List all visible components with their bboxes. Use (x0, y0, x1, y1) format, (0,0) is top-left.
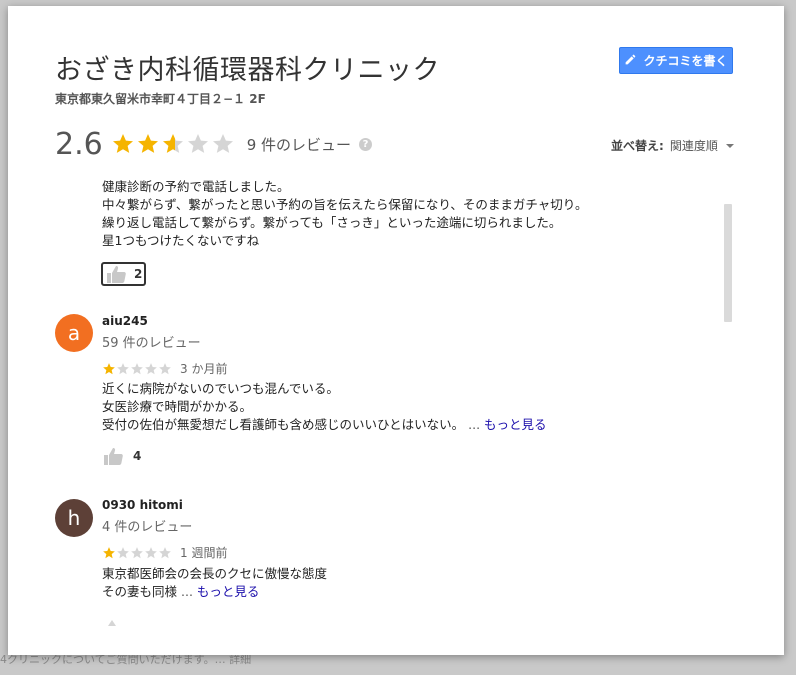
like-count: 4 (133, 449, 142, 463)
reviewer-name[interactable]: 0930 hitomi (102, 498, 183, 512)
thumbs-up-icon (106, 265, 128, 283)
rating-summary: 2.6 9 件のレビュー ? (55, 124, 373, 164)
avatar[interactable]: h (55, 499, 93, 537)
star-empty-icon (159, 362, 171, 374)
scrollbar-thumb[interactable] (724, 204, 732, 322)
review-line: 繰り返し電話して繋がらず。繋がっても「さっき」といった途端に切られました。 (102, 215, 562, 230)
rating-score: 2.6 (55, 126, 103, 162)
review-line: その妻も同様 (102, 584, 178, 599)
review-count[interactable]: 9 件のレビュー (247, 134, 351, 155)
ellipsis: ... (468, 417, 481, 432)
like-count: 2 (134, 267, 143, 281)
star-empty-icon (187, 134, 208, 153)
sort-label: 並べ替え: (611, 139, 664, 153)
review-line: 女医診療で時間がかかる。 (102, 399, 253, 414)
review-time: 1 週間前 (180, 546, 228, 560)
reviewer-review-count[interactable]: 4 件のレビュー (102, 516, 192, 535)
write-review-label: クチコミを書く (643, 54, 728, 68)
review-line-with-more: その妻も同様 ... もっと見る (102, 583, 702, 601)
star-empty-icon (212, 134, 233, 153)
review-time: 3 か月前 (180, 362, 228, 376)
help-icon[interactable]: ? (359, 137, 373, 151)
more-link[interactable]: もっと見る (484, 417, 547, 432)
place-address: 東京都東久留米市幸町４丁目２−１ 2F (55, 92, 266, 106)
reviewer-name[interactable]: aiu245 (102, 314, 148, 328)
review-text: 健康診断の予約で電話しました。 中々繋がらず、繋がったと思い予約の旨を伝えたら保… (102, 178, 702, 250)
review-meta: 3 か月前 (102, 360, 227, 377)
star-filled-icon (112, 134, 133, 153)
review-line-with-more: 受付の佐伯が無愛想だし看護師も含め感じのいいひとはいない。 ... もっと見る (102, 416, 702, 434)
place-title: おざき内科循環器科クリニック (55, 55, 440, 86)
thumbs-up-icon (103, 447, 125, 465)
review-line: 健康診断の予約で電話しました。 (102, 179, 290, 194)
review-line: 東京都医師会の会長のクセに傲慢な態度 (102, 566, 328, 581)
sort-selected: 関連度順 (669, 139, 718, 153)
caret-down-icon (725, 143, 734, 148)
star-empty-icon (145, 362, 157, 374)
more-link[interactable]: もっと見る (197, 584, 260, 599)
write-review-button[interactable]: クチコミを書く (619, 47, 733, 74)
star-empty-icon (131, 362, 143, 374)
star-empty-icon (117, 546, 129, 558)
star-empty-icon (145, 546, 157, 558)
star-empty-icon (131, 546, 143, 558)
avatar[interactable]: a (55, 314, 93, 352)
like-button[interactable]: 2 (101, 262, 146, 286)
review-line: 受付の佐伯が無愛想だし看護師も含め感じのいいひとはいない。 (102, 417, 465, 432)
rating-stars (111, 132, 235, 156)
pencil-icon (624, 53, 637, 69)
star-filled-icon (103, 546, 115, 558)
review-text: 東京都医師会の会長のクセに傲慢な態度 その妻も同様 ... もっと見る (102, 565, 702, 601)
review-line: 星1つもつけたくないですね (102, 233, 260, 248)
star-filled-icon (137, 134, 158, 153)
review-meta: 1 週間前 (102, 544, 227, 561)
like-button[interactable]: 4 (103, 447, 141, 465)
ellipsis: ... (181, 584, 193, 599)
reviews-dialog: おざき内科循環器科クリニック 東京都東久留米市幸町４丁目２−１ 2F クチコミを… (8, 6, 784, 655)
review-stars (102, 546, 172, 560)
review-line: 近くに病院がないのでいつも混んでいる。 (102, 381, 339, 396)
star-empty-icon (117, 362, 129, 374)
sort-dropdown[interactable]: 並べ替え: 関連度順 (611, 137, 734, 154)
review-text: 近くに病院がないのでいつも混んでいる。 女医診療で時間がかかる。 受付の佐伯が無… (102, 380, 702, 434)
reviewer-review-count[interactable]: 59 件のレビュー (102, 332, 201, 351)
thumbs-up-icon (102, 611, 122, 626)
review-stars (102, 362, 172, 376)
star-half-icon (162, 134, 183, 153)
review-line: 中々繋がらず、繋がったと思い予約の旨を伝えたら保留になり、そのままガチャ切り。 (102, 197, 588, 212)
star-empty-icon (159, 546, 171, 558)
star-filled-icon (103, 362, 115, 374)
